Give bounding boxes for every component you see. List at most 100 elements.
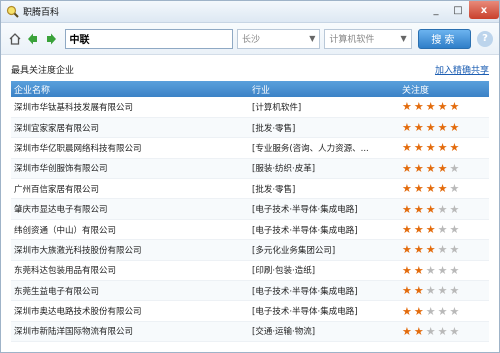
table-row[interactable]: 深圳宜家家居有限公司 [批发·零售] ★ ★ ★ ★ ★ (11, 117, 489, 139)
attention-rating: ★ ★ ★ ★ ★ (399, 321, 489, 343)
search-button[interactable]: 搜索 (417, 28, 472, 49)
keyword-search-input[interactable]: 中联 (64, 28, 234, 49)
minimize-button[interactable]: _ (425, 1, 447, 19)
star-filled-icon: ★ (437, 100, 448, 114)
star-filled-icon: ★ (425, 202, 436, 216)
table-row[interactable]: 深圳市奥达电路技术股份有限公司 [电子技术·半导体·集成电路] ★ ★ ★ ★ ★ (11, 300, 489, 322)
star-filled-icon: ★ (449, 100, 460, 114)
home-icon[interactable] (7, 31, 23, 47)
industry: [专业服务(咨询、人力资源、... (249, 137, 399, 159)
table-row[interactable]: 深圳市新陆洋国际物流有限公司 [交通·运输·物流] ★ ★ ★ ★ ★ (11, 321, 489, 343)
table-row[interactable]: 深圳市华创服饰有限公司 [服装·纺织·皮革] ★ ★ ★ ★ ★ (11, 158, 489, 180)
company-name[interactable]: 纬创资通（中山）有限公司 (11, 219, 249, 241)
star-filled-icon: ★ (413, 182, 424, 196)
attention-rating: ★ ★ ★ ★ ★ (399, 137, 489, 159)
star-filled-icon: ★ (402, 202, 412, 216)
company-name[interactable]: 深圳市华创服饰有限公司 (11, 158, 249, 180)
company-name[interactable]: 深圳市新陆洋国际物流有限公司 (11, 321, 249, 343)
star-filled-icon: ★ (402, 223, 412, 237)
company-name[interactable]: 深圳市大族激光科技股份有限公司 (11, 239, 249, 261)
star-empty-icon: ★ (425, 324, 436, 338)
company-table: 企业名称 行业 关注度 深圳市华钛基科技发展有限公司 [计算机软件] ★ ★ ★ ★ ★ 深圳… (11, 81, 489, 343)
company-name[interactable]: 深圳市华钛基科技发展有限公司 (11, 97, 249, 118)
table-row[interactable]: 广州百信家居有限公司 [批发·零售] ★ ★ ★ ★ ★ (11, 178, 489, 200)
star-filled-icon: ★ (402, 100, 412, 114)
star-empty-icon: ★ (449, 324, 460, 338)
share-link[interactable]: 加入精确共享 (435, 63, 489, 76)
star-filled-icon: ★ (425, 161, 436, 175)
star-filled-icon: ★ (413, 324, 424, 338)
star-empty-icon: ★ (449, 223, 460, 237)
star-filled-icon: ★ (413, 243, 424, 257)
star-filled-icon: ★ (402, 243, 412, 257)
table-row[interactable]: 深圳市大族激光科技股份有限公司 [多元化业务集团公司] ★ ★ ★ ★ ★ (11, 239, 489, 261)
star-rating: ★ ★ ★ ★ ★ (402, 224, 489, 235)
star-filled-icon: ★ (449, 141, 460, 155)
section-title: 最具关注度企业 (11, 65, 75, 76)
table-row[interactable]: 东莞生益电子有限公司 [电子技术·半导体·集成电路] ★ ★ ★ ★ ★ (11, 280, 489, 302)
header-industry[interactable]: 行业 (249, 81, 399, 97)
company-name[interactable]: 东莞生益电子有限公司 (11, 280, 249, 302)
category-select-value: 计算机软件 (329, 35, 375, 45)
attention-rating: ★ ★ ★ ★ ★ (399, 198, 489, 220)
star-rating: ★ ★ ★ ★ ★ (402, 183, 489, 194)
star-empty-icon: ★ (449, 243, 460, 257)
close-button[interactable]: x (469, 1, 499, 19)
industry: [批发·零售] (249, 178, 399, 200)
table-row[interactable]: 深圳市华亿职晨网络科技有限公司 [专业服务(咨询、人力资源、... ★ ★ ★ ★ ★ (11, 137, 489, 159)
section-header: 最具关注度企业 加入精确共享 (1, 60, 499, 78)
star-filled-icon: ★ (402, 141, 412, 155)
star-filled-icon: ★ (402, 263, 412, 277)
location-select-value: 长沙 (242, 35, 261, 45)
industry: [印刷·包装·造纸] (249, 260, 399, 282)
star-filled-icon: ★ (425, 223, 436, 237)
star-filled-icon: ★ (425, 100, 436, 114)
star-filled-icon: ★ (425, 141, 436, 155)
help-icon[interactable]: ? (477, 30, 493, 47)
star-filled-icon: ★ (413, 121, 424, 135)
star-empty-icon: ★ (425, 263, 436, 277)
star-rating: ★ ★ ★ ★ ★ (402, 122, 489, 133)
table-row[interactable]: 东莞科达包装用品有限公司 [印刷·包装·造纸] ★ ★ ★ ★ ★ (11, 260, 489, 282)
back-arrow-icon[interactable] (25, 31, 41, 47)
star-filled-icon: ★ (425, 121, 436, 135)
star-filled-icon: ★ (413, 304, 424, 318)
company-name[interactable]: 深圳市奥达电路技术股份有限公司 (11, 300, 249, 322)
company-name[interactable]: 肇庆市显达电子有限公司 (11, 198, 249, 220)
table-row[interactable]: 肇庆市显达电子有限公司 [电子技术·半导体·集成电路] ★ ★ ★ ★ ★ (11, 198, 489, 220)
star-empty-icon: ★ (449, 182, 460, 196)
header-company-name[interactable]: 企业名称 (11, 81, 249, 97)
star-filled-icon: ★ (449, 121, 460, 135)
company-name[interactable]: 深圳宜家家居有限公司 (11, 117, 249, 139)
attention-rating: ★ ★ ★ ★ ★ (399, 280, 489, 302)
company-name[interactable]: 东莞科达包装用品有限公司 (11, 260, 249, 282)
company-name[interactable]: 深圳市华亿职晨网络科技有限公司 (11, 137, 249, 159)
chevron-down-icon: ▼ (309, 34, 316, 43)
window-controls: _ □ x (425, 1, 499, 21)
star-filled-icon: ★ (402, 304, 412, 318)
forward-arrow-icon[interactable] (43, 31, 59, 47)
location-select[interactable]: 长沙 ▼ (237, 28, 321, 49)
star-filled-icon: ★ (402, 284, 412, 298)
attention-rating: ★ ★ ★ ★ ★ (399, 219, 489, 241)
star-filled-icon: ★ (402, 182, 412, 196)
star-rating: ★ ★ ★ ★ ★ (402, 163, 489, 174)
industry: [批发·零售] (249, 117, 399, 139)
table-row[interactable]: 纬创资通（中山）有限公司 [电子技术·半导体·集成电路] ★ ★ ★ ★ ★ (11, 219, 489, 241)
star-rating: ★ ★ ★ ★ ★ (402, 326, 489, 337)
company-name[interactable]: 广州百信家居有限公司 (11, 178, 249, 200)
star-filled-icon: ★ (413, 223, 424, 237)
star-empty-icon: ★ (425, 284, 436, 298)
attention-rating: ★ ★ ★ ★ ★ (399, 260, 489, 282)
industry: [多元化业务集团公司] (249, 239, 399, 261)
table-row[interactable]: 深圳市华钛基科技发展有限公司 [计算机软件] ★ ★ ★ ★ ★ (11, 97, 489, 118)
star-filled-icon: ★ (402, 121, 412, 135)
title-bar: 职腾百科 _ □ x (1, 1, 499, 23)
star-empty-icon: ★ (449, 304, 460, 318)
star-filled-icon: ★ (413, 141, 424, 155)
industry: [交通·运输·物流] (249, 321, 399, 343)
header-attention[interactable]: 关注度 (399, 81, 489, 97)
maximize-button[interactable]: □ (447, 1, 469, 19)
category-select[interactable]: 计算机软件 ▼ (324, 28, 412, 49)
star-rating: ★ ★ ★ ★ ★ (402, 101, 489, 112)
